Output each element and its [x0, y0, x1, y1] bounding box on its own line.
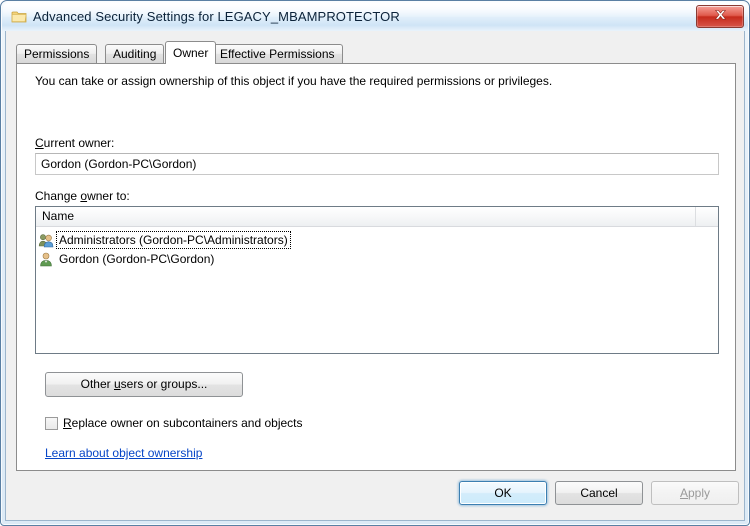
current-owner-value: Gordon (Gordon-PC\Gordon): [41, 157, 197, 171]
tab-effective-permissions[interactable]: Effective Permissions: [212, 44, 343, 63]
replace-owner-checkbox-row[interactable]: Replace owner on subcontainers and objec…: [45, 416, 303, 430]
folder-icon: [11, 11, 27, 23]
list-item-label: Gordon (Gordon-PC\Gordon): [59, 252, 215, 266]
change-owner-label-pre: Change: [35, 189, 81, 203]
other-users-label-post: sers or groups...: [120, 377, 208, 391]
cancel-button[interactable]: Cancel: [555, 481, 643, 505]
replace-owner-checkbox[interactable]: [45, 416, 58, 430]
current-owner-field: Gordon (Gordon-PC\Gordon): [35, 153, 719, 175]
group-users-icon: [38, 234, 54, 248]
change-owner-label-post: wner to:: [87, 189, 130, 203]
replace-owner-label: Replace owner on subcontainers and objec…: [63, 416, 303, 430]
list-item-administrators[interactable]: Administrators (Gordon-PC\Administrators…: [38, 231, 291, 249]
single-user-icon: [40, 252, 52, 267]
other-users-or-groups-button[interactable]: Other users or groups...: [45, 372, 243, 397]
replace-owner-accel: R: [63, 416, 72, 430]
dialog-client-area: Permissions Auditing Owner Effective Per…: [5, 31, 745, 521]
column-header-name[interactable]: Name: [36, 207, 696, 226]
apply-accel: A: [679, 486, 688, 500]
owner-description: You can take or assign ownership of this…: [35, 74, 553, 88]
current-owner-label: Current owner:: [35, 136, 114, 150]
current-owner-accel: C: [35, 136, 44, 150]
list-item-gordon[interactable]: Gordon (Gordon-PC\Gordon): [38, 250, 216, 268]
change-owner-label: Change owner to:: [35, 189, 130, 203]
title-bar[interactable]: Advanced Security Settings for LEGACY_MB…: [2, 2, 749, 31]
learn-about-object-ownership-link[interactable]: Learn about object ownership: [45, 446, 202, 460]
list-header-row: Name: [36, 207, 718, 227]
owner-list[interactable]: Name Administrators (Gordon-PC\Administr…: [35, 206, 719, 354]
other-users-accel: u: [113, 377, 121, 391]
close-button[interactable]: [696, 5, 744, 28]
tab-permissions[interactable]: Permissions: [16, 44, 98, 63]
other-users-label-pre: Other: [80, 377, 114, 391]
window-title: Advanced Security Settings for LEGACY_MB…: [33, 9, 400, 24]
apply-label-rest: pply: [688, 486, 711, 500]
owner-tab-page: You can take or assign ownership of this…: [16, 63, 736, 471]
current-owner-label-rest: urrent owner:: [43, 136, 115, 150]
close-icon: [714, 10, 726, 20]
dialog-window: Advanced Security Settings for LEGACY_MB…: [0, 0, 750, 526]
tab-auditing[interactable]: Auditing: [105, 44, 165, 63]
replace-owner-label-rest: eplace owner on subcontainers and object…: [71, 416, 303, 430]
ok-button[interactable]: OK: [459, 481, 547, 505]
tab-owner[interactable]: Owner: [165, 41, 217, 64]
apply-button[interactable]: Apply: [651, 481, 739, 505]
list-item-label: Administrators (Gordon-PC\Administrators…: [56, 231, 291, 249]
